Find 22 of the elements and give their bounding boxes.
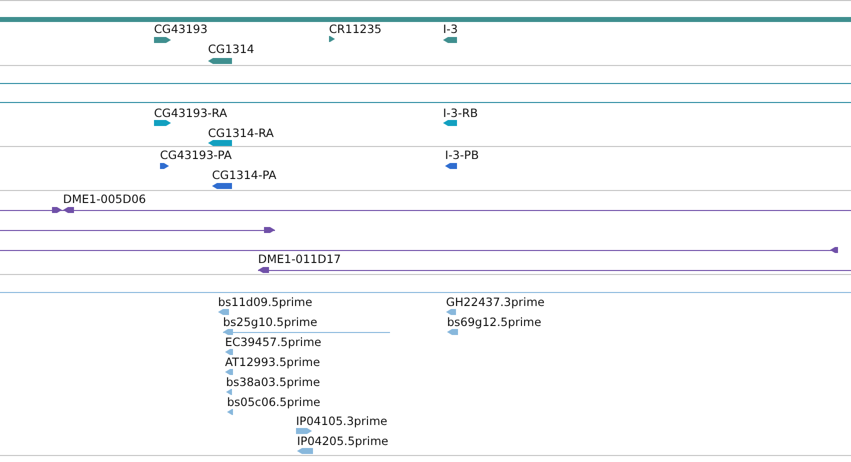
feature-label: bs05c06.5prime <box>227 396 320 409</box>
feature-label: I-3-PB <box>445 149 479 162</box>
feature-label: CG43193 <box>154 23 208 36</box>
feature-label: bs38a03.5prime <box>226 376 320 389</box>
feature-label: CG43193-RA <box>154 107 228 120</box>
feature-label: IP04205.5prime <box>297 435 388 448</box>
feature-label: DME1-005D06 <box>63 193 146 206</box>
feature-label: DME1-011D17 <box>258 253 341 266</box>
feature-label: bs69g12.5prime <box>447 316 542 329</box>
feature-label: bs25g10.5prime <box>223 316 318 329</box>
feature-label: CG1314 <box>208 43 254 56</box>
feature-label: GH22437.3prime <box>446 296 545 309</box>
feature-label: CR11235 <box>329 23 382 36</box>
feature-label: I-3-RB <box>443 107 478 120</box>
feature-label: IP04105.3prime <box>296 415 388 428</box>
feature-label: AT12993.5prime <box>225 356 320 369</box>
feature-label: CG1314-PA <box>212 169 276 182</box>
feature-label: EC39457.5prime <box>225 336 322 349</box>
feature-label: CG1314-RA <box>208 127 274 140</box>
feature-label: CG43193-PA <box>160 149 232 162</box>
feature-label: bs11d09.5prime <box>218 296 312 309</box>
feature-label: I-3 <box>443 23 458 36</box>
